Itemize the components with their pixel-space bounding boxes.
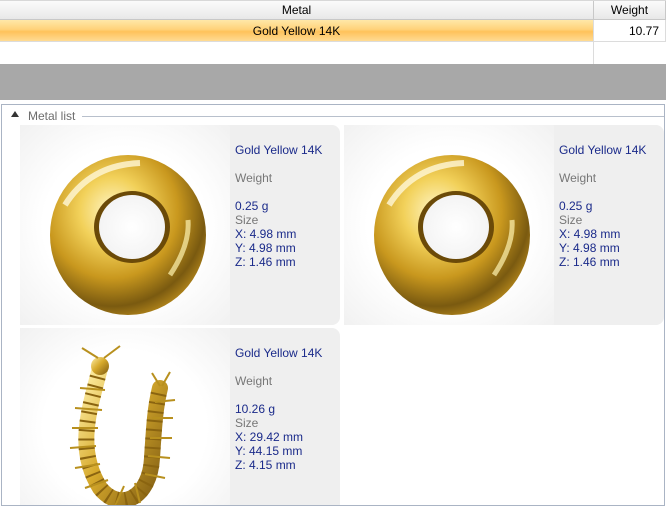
size-x: X: 4.98 mm — [235, 227, 297, 241]
weight-value: 10.26 g — [235, 402, 276, 416]
size-z: Z: 4.15 mm — [235, 458, 296, 472]
gold-ring-icon — [50, 155, 206, 315]
size-x: X: 29.42 mm — [235, 430, 304, 444]
weight-label: Weight — [235, 171, 273, 185]
panel-title: Metal list — [28, 109, 80, 123]
card-info: Gold Yellow 14K Weight 10.26 g Size X: 2… — [230, 328, 340, 505]
gold-ring-icon — [374, 155, 530, 315]
card-image — [344, 125, 554, 325]
size-x: X: 4.98 mm — [559, 227, 621, 241]
weight-label: Weight — [559, 171, 597, 185]
size-label: Size — [559, 213, 583, 227]
card-image — [20, 328, 230, 505]
card-info: Gold Yellow 14K Weight 0.25 g Size X: 4.… — [554, 125, 664, 325]
size-y: Y: 4.98 mm — [235, 241, 296, 255]
panel-divider — [82, 116, 664, 117]
panel-header: Metal list — [2, 105, 664, 125]
size-y: Y: 4.98 mm — [559, 241, 620, 255]
collapse-arrow-icon[interactable] — [11, 111, 19, 117]
card-image — [20, 125, 230, 325]
gold-centipede-icon — [69, 345, 176, 505]
metal-grid: Metal Weight Gold Yellow 14K 10.77 — [0, 0, 666, 64]
empty-cell — [594, 42, 666, 64]
metal-name: Gold Yellow 14K — [235, 143, 323, 157]
empty-cell — [0, 42, 594, 64]
size-label: Size — [235, 213, 259, 227]
size-z: Z: 1.46 mm — [235, 255, 296, 269]
metal-name: Gold Yellow 14K — [559, 143, 647, 157]
column-header-metal[interactable]: Metal — [0, 1, 594, 19]
card-info: Gold Yellow 14K Weight 0.25 g Size X: 4.… — [230, 125, 340, 325]
table-row[interactable]: Gold Yellow 14K 10.77 — [0, 20, 666, 42]
cell-weight[interactable]: 10.77 — [594, 20, 666, 41]
column-header-weight[interactable]: Weight — [594, 1, 666, 19]
metal-name: Gold Yellow 14K — [235, 346, 323, 360]
metal-list-panel: Metal list Gold Yellow 14K Weight 0.25 g… — [1, 104, 665, 506]
grid-header: Metal Weight — [0, 0, 666, 20]
size-z: Z: 1.46 mm — [559, 255, 620, 269]
gray-separator-bar — [0, 64, 666, 100]
weight-label: Weight — [235, 374, 273, 388]
cell-metal[interactable]: Gold Yellow 14K — [0, 20, 594, 41]
size-y: Y: 44.15 mm — [235, 444, 303, 458]
size-label: Size — [235, 416, 259, 430]
weight-value: 0.25 g — [235, 199, 269, 213]
weight-value: 0.25 g — [559, 199, 593, 213]
empty-row — [0, 42, 666, 64]
